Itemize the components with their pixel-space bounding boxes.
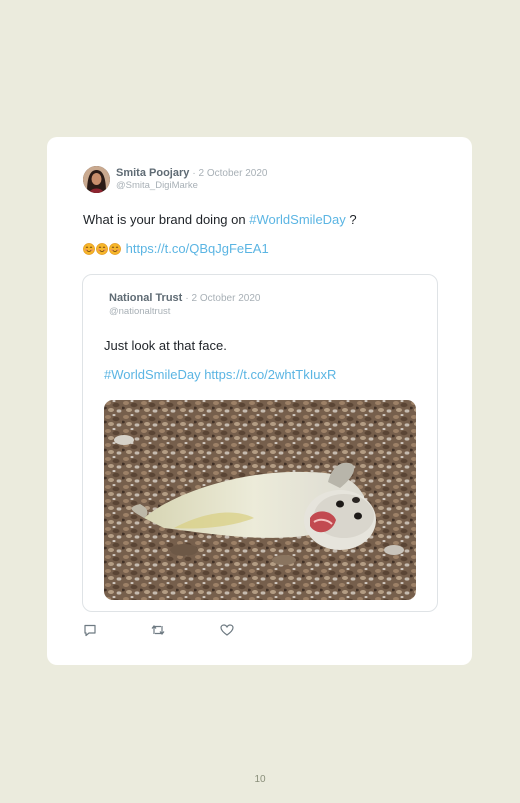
tweet-card: Smita Poojary · 2 October 2020 @Smita_Di… [47,137,472,665]
author-name[interactable]: Smita Poojary · 2 October 2020 [116,167,267,179]
tweet-emoji-line: https://t.co/QBqJgFeEA1 [83,241,269,256]
quoted-hashtag-link[interactable]: #WorldSmileDay [104,367,201,382]
tweet-text: What is your brand doing on #WorldSmileD… [83,212,357,227]
quoted-text: Just look at that face. [104,338,227,353]
smiling-face-icon [83,243,95,255]
reply-icon[interactable] [83,623,97,637]
hashtag-link[interactable]: #WorldSmileDay [249,212,346,227]
smiling-face-icon [109,243,121,255]
quoted-url-link[interactable]: https://t.co/2whtTkIuxR [204,367,336,382]
tweet-link[interactable]: https://t.co/QBqJgFeEA1 [126,241,269,256]
author-handle[interactable]: @Smita_DigiMarke [116,180,198,191]
tweet-text-prefix: What is your brand doing on [83,212,250,227]
avatar[interactable] [83,166,110,193]
quoted-date: · 2 October 2020 [185,293,261,304]
quoted-links: #WorldSmileDay https://t.co/2whtTkIuxR [104,367,336,382]
quoted-handle[interactable]: @nationaltrust [109,306,170,317]
tweet-date: · 2 October 2020 [192,168,268,179]
quoted-author-name[interactable]: National Trust [109,292,182,304]
author-name-text[interactable]: Smita Poojary [116,167,189,179]
tweet-text-suffix: ? [345,212,357,227]
seal-photo[interactable] [104,400,416,600]
smiling-face-icon [96,243,108,255]
retweet-icon[interactable] [150,623,165,637]
quoted-author[interactable]: National Trust · 2 October 2020 [109,292,260,304]
page-number: 10 [254,774,266,785]
quoted-tweet[interactable]: National Trust · 2 October 2020 @nationa… [82,274,438,612]
like-icon[interactable] [220,623,234,637]
